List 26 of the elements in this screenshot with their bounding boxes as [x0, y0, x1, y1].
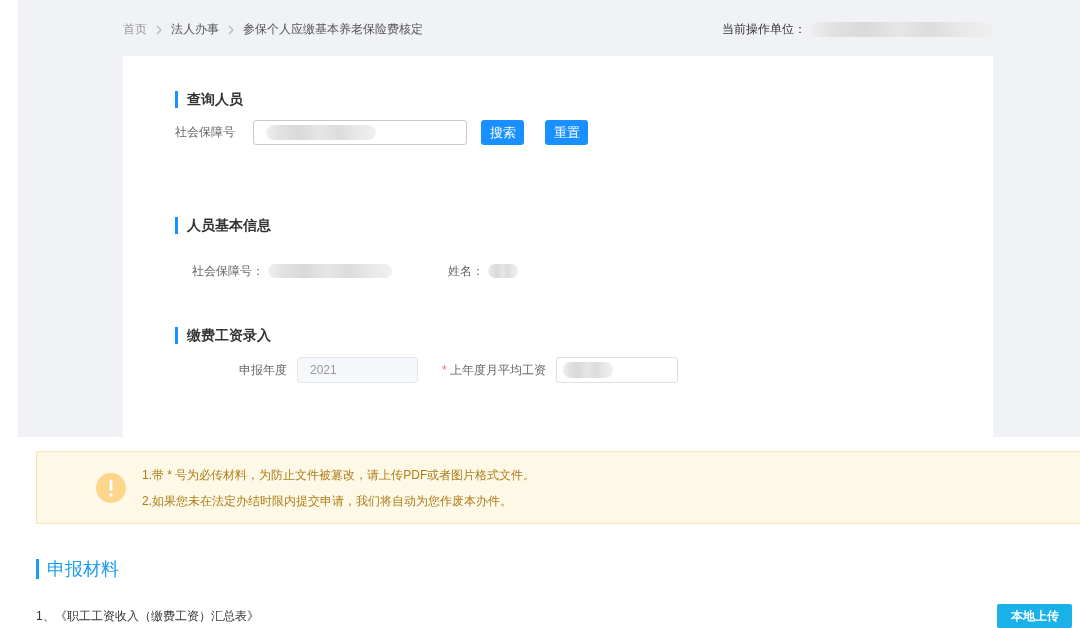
field-label: 姓名： [448, 262, 484, 280]
reset-button[interactable]: 重置 [545, 120, 588, 145]
input-field[interactable] [555, 357, 678, 383]
breadcrumb-link[interactable]: 参保个人应缴基本养老保险费核定 [243, 21, 423, 38]
notice-text: 1.带 * 号为必传材料，为防止文件被篡改，请上传PDF或者图片格式文件。 [142, 466, 536, 484]
field-label: 申报年度 [239, 361, 287, 379]
chevron-icon [228, 24, 234, 35]
chevron-icon [156, 24, 162, 35]
field-label: 社会保障号： [192, 262, 264, 280]
upload-button[interactable]: 本地上传 [997, 604, 1072, 628]
section-heading: 缴费工资录入 [175, 327, 271, 344]
section-heading: 人员基本信息 [175, 217, 271, 234]
warning-icon [96, 472, 126, 503]
material-name: 1、《职工工资收入（缴费工资）汇总表》 [36, 607, 259, 625]
breadcrumb-link[interactable]: 法人办事 [171, 21, 219, 38]
input-field: 2021 [297, 357, 418, 383]
breadcrumb-link[interactable]: 首页 [123, 21, 147, 38]
notice-text: 2.如果您未在法定办结时限内提交申请，我们将自动为您作废本办件。 [142, 492, 513, 510]
input-field[interactable] [253, 120, 467, 145]
unit-label: 当前操作单位： [722, 21, 806, 38]
required-mark: * [442, 363, 447, 377]
section-heading: 查询人员 [175, 91, 243, 108]
section-heading: 申报材料 [36, 559, 119, 579]
field-label: 上年度月平均工资 [449, 361, 546, 379]
field-label: 社会保障号 [175, 124, 236, 141]
search-button[interactable]: 搜索 [481, 120, 524, 145]
